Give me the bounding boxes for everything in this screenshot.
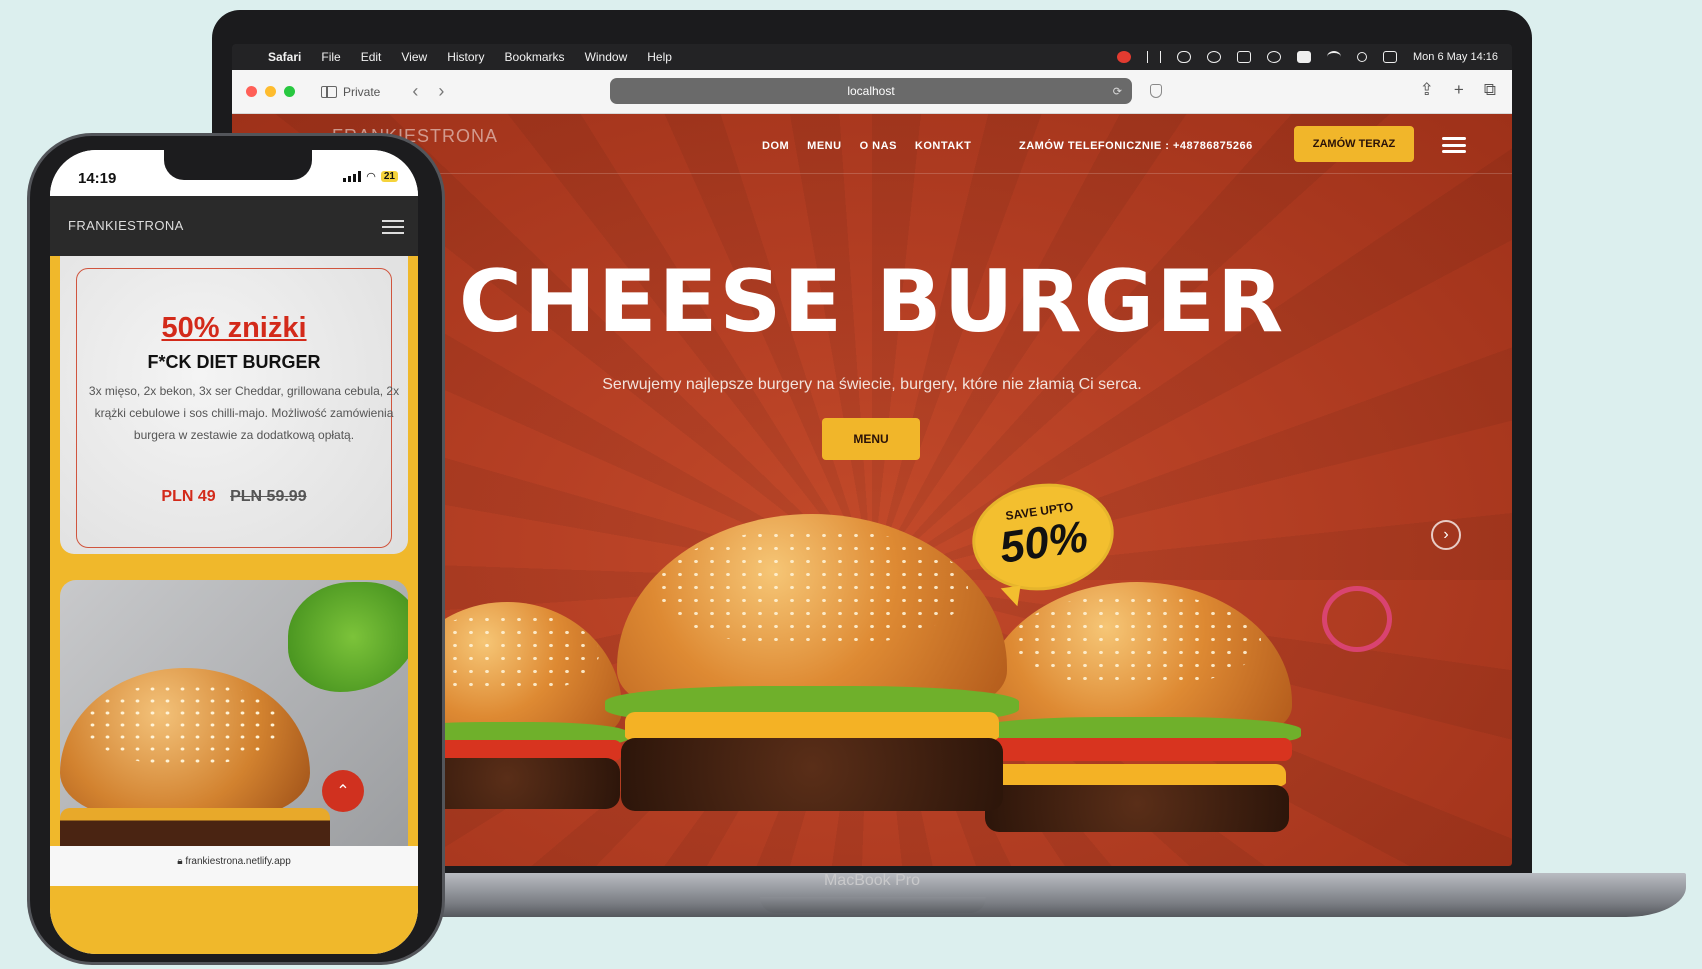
address-text: localhost bbox=[847, 84, 895, 98]
nav-link-menu[interactable]: MENU bbox=[807, 140, 841, 152]
lettuce-photo bbox=[288, 582, 408, 692]
mobile-site-logo[interactable]: FRANKIESTRONA bbox=[68, 218, 184, 233]
iphone-notch bbox=[164, 150, 312, 180]
macos-menubar: Safari File Edit View History Bookmarks … bbox=[232, 44, 1512, 70]
menubar-item-view[interactable]: View bbox=[401, 50, 427, 64]
sidebar-toggle-button[interactable]: Private bbox=[321, 85, 380, 99]
burger-image-right bbox=[972, 582, 1302, 842]
phone-order-link[interactable]: ZAMÓW TELEFONICZNIE : +48786875266 bbox=[1019, 140, 1253, 152]
battery-status-icon[interactable] bbox=[1237, 51, 1251, 63]
mobile-hamburger-menu-icon[interactable] bbox=[382, 220, 404, 234]
hero-menu-button[interactable]: MENU bbox=[822, 418, 920, 460]
nav-link-kontakt[interactable]: KONTAKT bbox=[915, 140, 971, 152]
spotlight-search-icon[interactable] bbox=[1357, 52, 1367, 62]
price-new: PLN 49 bbox=[161, 488, 216, 505]
notification-status-icon[interactable] bbox=[1117, 51, 1131, 63]
vpn-status-icon[interactable] bbox=[1207, 51, 1221, 63]
promo-card[interactable]: 50% zniżki F*CK DIET BURGER 3x mięso, 2x… bbox=[60, 256, 408, 554]
control-center-icon[interactable] bbox=[1383, 51, 1397, 63]
close-window-button[interactable] bbox=[246, 86, 257, 97]
site-nav-links: DOM MENU O NAS KONTAKT bbox=[762, 140, 971, 152]
zoom-window-button[interactable] bbox=[284, 86, 295, 97]
menubar-item-bookmarks[interactable]: Bookmarks bbox=[505, 50, 565, 64]
slider-next-arrow-icon[interactable]: › bbox=[1431, 520, 1461, 550]
translate-reload-icon[interactable]: ⟳ bbox=[1113, 85, 1122, 98]
promo-description: 3x mięso, 2x bekon, 3x ser Cheddar, gril… bbox=[88, 384, 400, 442]
menubar-app-name[interactable]: Safari bbox=[268, 50, 301, 64]
menubar-status-area: Mon 6 May 14:16 bbox=[1117, 51, 1498, 63]
wifi-icon-phone: ◠ bbox=[366, 171, 376, 183]
tab-overview-icon[interactable]: ⧉ bbox=[1484, 80, 1496, 100]
forward-button[interactable]: › bbox=[428, 81, 454, 102]
utorrent-status-icon[interactable] bbox=[1177, 51, 1191, 63]
ios-clock: 14:19 bbox=[78, 170, 117, 187]
mobile-url-bar[interactable]: 🔒︎ frankiestrona.netlify.app bbox=[50, 846, 418, 886]
ios-status-icons: ◠ 21 bbox=[343, 170, 398, 183]
nav-link-o-nas[interactable]: O NAS bbox=[860, 140, 897, 152]
cursor-ring-decoration bbox=[1322, 586, 1392, 652]
share-icon[interactable]: ⇪ bbox=[1420, 80, 1434, 100]
burger-photo-card bbox=[60, 580, 408, 870]
laptop-base-notch bbox=[760, 897, 986, 913]
menubar-item-edit[interactable]: Edit bbox=[361, 50, 382, 64]
wifi-icon[interactable] bbox=[1327, 51, 1341, 63]
address-bar[interactable]: localhost ⟳ bbox=[610, 78, 1132, 104]
menubar-clock[interactable]: Mon 6 May 14:16 bbox=[1413, 51, 1498, 63]
account-status-icon[interactable] bbox=[1267, 51, 1281, 63]
new-tab-icon[interactable]: + bbox=[1454, 80, 1464, 100]
minimize-window-button[interactable] bbox=[265, 86, 276, 97]
safari-toolbar: Private ‹ › localhost ⟳ ⇪ + ⧉ bbox=[232, 70, 1512, 114]
toolbar-right-actions: ⇪ + ⧉ bbox=[1420, 80, 1496, 100]
cellular-signal-icon bbox=[343, 171, 362, 182]
site-hamburger-menu-icon[interactable] bbox=[1442, 137, 1466, 153]
menubar-item-history[interactable]: History bbox=[447, 50, 484, 64]
menubar-item-file[interactable]: File bbox=[321, 50, 340, 64]
scroll-to-top-button[interactable]: ⌃ bbox=[322, 770, 364, 812]
burger-bun-photo bbox=[60, 668, 310, 818]
promo-discount: 50% zniżki bbox=[161, 312, 307, 344]
sidebar-icon bbox=[321, 85, 337, 98]
promo-burger-name: F*CK DIET BURGER bbox=[147, 352, 321, 372]
order-now-button[interactable]: ZAMÓW TERAZ bbox=[1294, 126, 1414, 162]
menubar-item-help[interactable]: Help bbox=[647, 50, 672, 64]
menubar-item-window[interactable]: Window bbox=[585, 50, 628, 64]
iphone-screen: 14:19 ◠ 21 FRANKIESTRONA 50% zniżki F*CK… bbox=[50, 150, 418, 954]
private-label: Private bbox=[343, 84, 381, 99]
nav-link-dom[interactable]: DOM bbox=[762, 140, 789, 152]
mobile-url-text: frankiestrona.netlify.app bbox=[185, 856, 291, 867]
burger-image-center bbox=[605, 514, 1019, 844]
back-button[interactable]: ‹ bbox=[402, 81, 428, 102]
bluetooth-status-icon[interactable] bbox=[1147, 51, 1161, 63]
promo-prices: PLN 49 PLN 59.99 bbox=[60, 488, 408, 506]
price-old: PLN 59.99 bbox=[230, 488, 307, 505]
window-controls bbox=[246, 86, 295, 97]
mobile-site-navbar: FRANKIESTRONA bbox=[50, 196, 418, 256]
input-source-icon[interactable] bbox=[1297, 51, 1311, 63]
privacy-shield-icon[interactable] bbox=[1150, 84, 1162, 98]
battery-level: 21 bbox=[380, 171, 398, 182]
